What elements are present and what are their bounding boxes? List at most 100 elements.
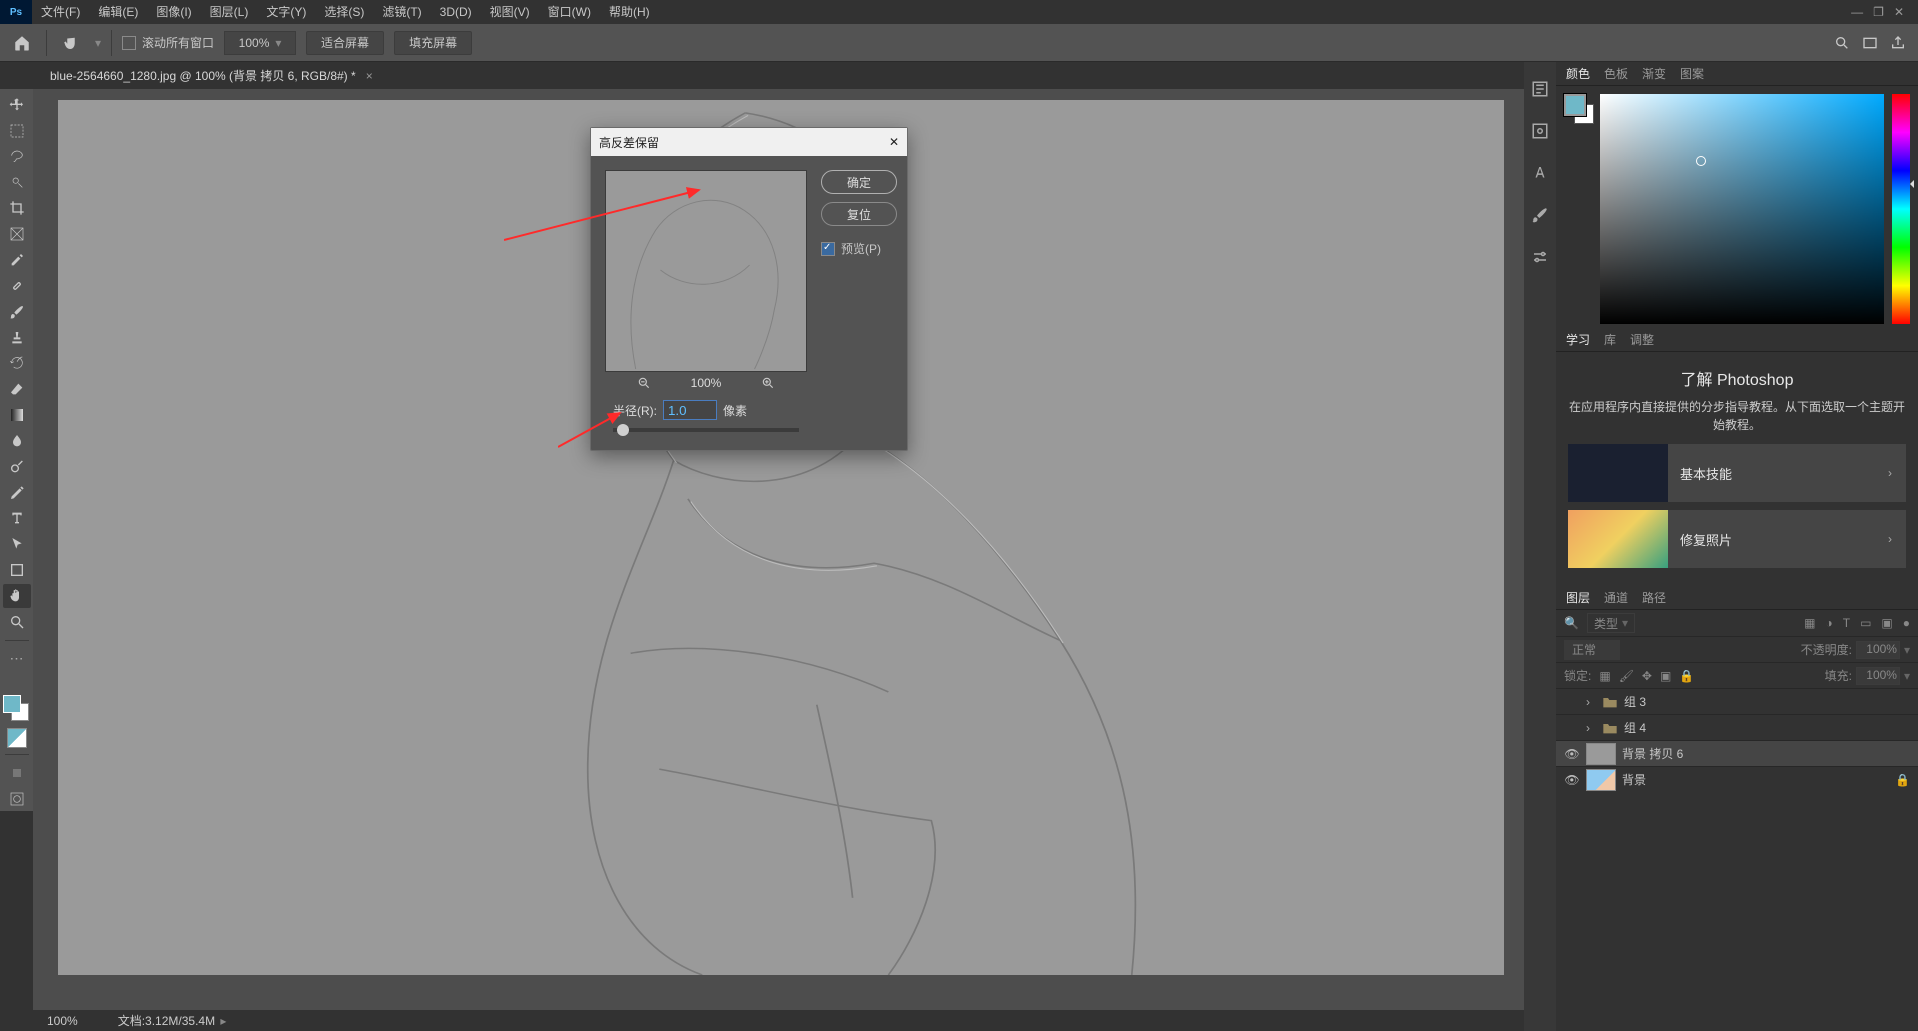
- close-tab-icon[interactable]: ×: [366, 69, 373, 83]
- crop-tool[interactable]: [3, 196, 31, 220]
- search-icon[interactable]: [1834, 35, 1850, 51]
- shape-tool[interactable]: [3, 558, 31, 582]
- menu-select[interactable]: 选择(S): [315, 0, 373, 24]
- zoom-level[interactable]: 100% ▾: [224, 31, 296, 55]
- caret-right-icon[interactable]: ▸: [217, 1014, 226, 1028]
- share-icon[interactable]: [1890, 35, 1906, 51]
- color-panel-swatch[interactable]: [1564, 94, 1592, 122]
- tab-adjustments[interactable]: 调整: [1630, 331, 1654, 348]
- default-colors-icon[interactable]: [7, 728, 27, 748]
- visibility-icon[interactable]: 👁: [1564, 747, 1580, 761]
- opacity-input[interactable]: 100%: [1856, 641, 1900, 659]
- scroll-all-windows-checkbox[interactable]: 滚动所有窗口: [122, 34, 214, 51]
- filter-shape-icon[interactable]: ▭: [1860, 616, 1871, 630]
- hue-slider[interactable]: [1892, 94, 1910, 324]
- gradient-tool[interactable]: [3, 403, 31, 427]
- layer-thumb[interactable]: [1586, 743, 1616, 765]
- caret-down-icon[interactable]: ▾: [95, 36, 101, 50]
- lock-pixels-icon[interactable]: 🖌: [1619, 669, 1634, 683]
- dialog-titlebar[interactable]: 高反差保留 ✕: [591, 128, 907, 156]
- frame-tool[interactable]: [3, 222, 31, 246]
- blend-mode-select[interactable]: 正常: [1564, 640, 1620, 660]
- fit-screen-button[interactable]: 适合屏幕: [306, 31, 384, 55]
- quickmask-icon[interactable]: [3, 787, 31, 811]
- marquee-tool[interactable]: [3, 119, 31, 143]
- dialog-preview[interactable]: [605, 170, 807, 372]
- tab-colors[interactable]: 颜色: [1566, 65, 1590, 82]
- layer-name[interactable]: 组 3: [1624, 693, 1646, 710]
- type-tool[interactable]: [3, 507, 31, 531]
- tab-paths[interactable]: 路径: [1642, 589, 1666, 606]
- filter-pixel-icon[interactable]: ▦: [1804, 616, 1815, 630]
- zoom-in-icon[interactable]: [761, 376, 775, 390]
- fill-input[interactable]: 100%: [1856, 667, 1900, 685]
- filter-smart-icon[interactable]: ▣: [1881, 616, 1892, 630]
- menu-filter[interactable]: 滤镜(T): [373, 0, 430, 24]
- blur-tool[interactable]: [3, 429, 31, 453]
- layer-filter-kind[interactable]: 类型▾: [1587, 613, 1635, 633]
- layer-name[interactable]: 背景: [1622, 771, 1646, 788]
- document-tab[interactable]: blue-2564660_1280.jpg @ 100% (背景 拷贝 6, R…: [40, 62, 383, 89]
- home-button[interactable]: [8, 29, 36, 57]
- expand-icon[interactable]: ›: [1586, 721, 1596, 735]
- ok-button[interactable]: 确定: [821, 170, 897, 194]
- radius-input[interactable]: [663, 400, 717, 420]
- menu-file[interactable]: 文件(F): [32, 0, 89, 24]
- tab-swatches[interactable]: 色板: [1604, 65, 1628, 82]
- menu-help[interactable]: 帮助(H): [600, 0, 659, 24]
- fill-screen-button[interactable]: 填充屏幕: [394, 31, 472, 55]
- filter-adjust-icon[interactable]: ◑: [1825, 616, 1832, 630]
- tab-gradients[interactable]: 渐变: [1642, 65, 1666, 82]
- menu-3d[interactable]: 3D(D): [431, 0, 481, 24]
- window-minimize-icon[interactable]: —: [1851, 5, 1863, 19]
- dodge-tool[interactable]: [3, 455, 31, 479]
- layer-name[interactable]: 背景 拷贝 6: [1622, 745, 1683, 762]
- character-panel-icon[interactable]: [1531, 164, 1549, 182]
- brush-tool[interactable]: [3, 300, 31, 324]
- menu-layer[interactable]: 图层(L): [201, 0, 258, 24]
- filter-toggle-icon[interactable]: ●: [1903, 616, 1910, 630]
- healing-tool[interactable]: [3, 274, 31, 298]
- tab-libraries[interactable]: 库: [1604, 331, 1616, 348]
- layer-thumb[interactable]: [1586, 769, 1616, 791]
- tab-patterns[interactable]: 图案: [1680, 65, 1704, 82]
- tab-channels[interactable]: 通道: [1604, 589, 1628, 606]
- eraser-tool[interactable]: [3, 377, 31, 401]
- properties-panel-icon[interactable]: [1531, 122, 1549, 140]
- learn-card-retouch[interactable]: 修复照片 ›: [1568, 510, 1906, 568]
- zoom-out-icon[interactable]: [637, 376, 651, 390]
- screen-mode-icon[interactable]: [3, 761, 31, 785]
- move-tool[interactable]: [3, 93, 31, 117]
- expand-icon[interactable]: ›: [1586, 695, 1596, 709]
- window-close-icon[interactable]: ✕: [1894, 5, 1904, 19]
- stamp-tool[interactable]: [3, 326, 31, 350]
- pen-tool[interactable]: [3, 481, 31, 505]
- radius-slider[interactable]: [613, 428, 799, 432]
- menu-window[interactable]: 窗口(W): [539, 0, 600, 24]
- lock-position-icon[interactable]: ✥: [1642, 669, 1652, 683]
- menu-type[interactable]: 文字(Y): [257, 0, 315, 24]
- edit-toolbar-icon[interactable]: ⋯: [3, 647, 31, 671]
- lock-all-icon[interactable]: 🔒: [1679, 669, 1694, 683]
- window-maximize-icon[interactable]: ❐: [1873, 5, 1884, 19]
- dialog-close-icon[interactable]: ✕: [889, 135, 899, 149]
- frame-icon[interactable]: [1862, 35, 1878, 51]
- layer-group-3[interactable]: › 组 3: [1556, 688, 1918, 714]
- lasso-tool[interactable]: [3, 145, 31, 169]
- history-brush-tool[interactable]: [3, 351, 31, 375]
- tab-learn[interactable]: 学习: [1566, 331, 1590, 348]
- visibility-icon[interactable]: 👁: [1564, 773, 1580, 787]
- learn-card-basics[interactable]: 基本技能 ›: [1568, 444, 1906, 502]
- layer-background[interactable]: 👁 背景 🔒: [1556, 766, 1918, 792]
- quick-select-tool[interactable]: [3, 171, 31, 195]
- lock-artboard-icon[interactable]: ▣: [1660, 669, 1671, 683]
- menu-view[interactable]: 视图(V): [481, 0, 539, 24]
- adjustments-panel-icon[interactable]: [1531, 248, 1549, 266]
- status-doc-size[interactable]: 文档:3.12M/35.4M: [118, 1014, 215, 1028]
- reset-button[interactable]: 复位: [821, 202, 897, 226]
- menu-image[interactable]: 图像(I): [147, 0, 200, 24]
- color-field[interactable]: [1600, 94, 1884, 324]
- hand-tool-icon[interactable]: [57, 29, 85, 57]
- filter-type-icon[interactable]: T: [1843, 616, 1850, 630]
- layer-name[interactable]: 组 4: [1624, 719, 1646, 736]
